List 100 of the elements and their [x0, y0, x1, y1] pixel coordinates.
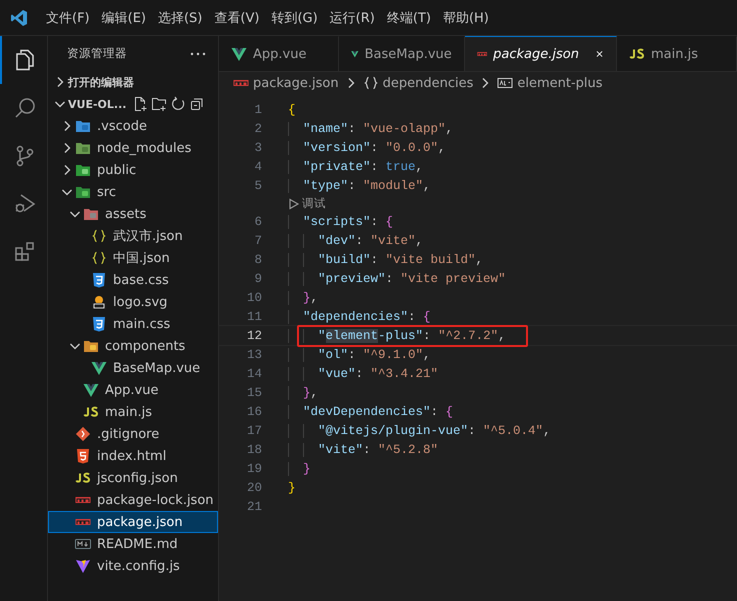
refresh-icon[interactable] [170, 96, 186, 112]
section-header[interactable]: VUE-OL... [48, 93, 218, 115]
sidebar-title: 资源管理器 [67, 46, 127, 61]
breadcrumb-item[interactable]: dependencies [382, 76, 474, 90]
code-line: "type": "module", [302, 178, 431, 192]
line-number: 11 [246, 310, 262, 324]
vue-logo-icon [231, 46, 247, 62]
code-line: "@vitejs/plugin-vue": "^5.0.4", [317, 424, 551, 438]
vscode-logo-icon[interactable] [10, 8, 28, 26]
menu-item[interactable]: 终端(T) [380, 4, 437, 30]
code-line: "private": true, [302, 160, 424, 174]
line-number: 17 [246, 424, 262, 438]
menu-item[interactable]: 文件(F) [40, 4, 96, 30]
folder-icon [75, 118, 91, 134]
line-number: 13 [246, 348, 262, 362]
code-line: "preview": "vite preview" [317, 272, 506, 286]
braces-icon [91, 250, 107, 266]
css-file-icon [91, 316, 107, 332]
more-icon[interactable] [190, 52, 206, 56]
section-header[interactable]: 打开的编辑器 [48, 71, 218, 93]
folder-item[interactable]: .vscode [48, 115, 218, 137]
breadcrumb-item[interactable]: package.json [253, 76, 339, 90]
line-number: 8 [253, 252, 262, 266]
html-file-icon [75, 448, 91, 464]
file-item[interactable]: logo.svg [48, 291, 218, 313]
menu-item[interactable]: 选择(S) [152, 4, 208, 30]
folder-item[interactable]: src [48, 181, 218, 203]
file-item[interactable]: main.js [48, 401, 218, 423]
line-number: 9 [253, 272, 262, 286]
folder-item[interactable]: components [48, 335, 218, 357]
line-number: 18 [246, 442, 262, 456]
code-line: "name": "vue-olapp", [302, 122, 454, 136]
line-number: 3 [253, 140, 262, 154]
collapse-all-icon[interactable] [189, 96, 206, 112]
search-icon [12, 96, 36, 120]
extensions-icon [12, 240, 36, 264]
folder-icon [75, 162, 91, 178]
file-item[interactable]: base.css [48, 269, 218, 291]
file-item[interactable]: package-lock.json [48, 489, 218, 511]
code-line: "dependencies": { [302, 310, 431, 324]
code-line: "dev": "vite", [317, 234, 424, 248]
file-item[interactable]: 武汉市.json [48, 225, 218, 247]
folder-item[interactable]: assets [48, 203, 218, 225]
file-item[interactable]: README.md [48, 533, 218, 555]
codelens-link[interactable]: 调试 [302, 196, 326, 211]
line-number: 7 [253, 234, 262, 248]
code-line: "vue": "^3.4.21" [317, 366, 438, 380]
new-folder-icon[interactable] [151, 96, 168, 112]
breadcrumb-item[interactable]: element-plus [517, 76, 603, 90]
line-number: 20 [246, 480, 262, 494]
code-line: } [288, 480, 296, 494]
editor-tab[interactable]: package.json [464, 36, 617, 71]
code-line: { [288, 102, 296, 116]
menu-item[interactable]: 帮助(H) [436, 4, 495, 30]
vite-logo-icon [75, 558, 91, 574]
code-line: }, [302, 290, 318, 304]
file-item[interactable]: .gitignore [48, 423, 218, 445]
code-line: "element-plus": "^2.7.2", [317, 328, 506, 342]
file-item[interactable]: App.vue [48, 379, 218, 401]
line-number: 10 [246, 290, 262, 304]
folder-icon [83, 338, 99, 354]
file-item[interactable]: package.json [48, 511, 218, 533]
file-item[interactable]: index.html [48, 445, 218, 467]
menu-item[interactable]: 查看(V) [208, 4, 266, 30]
code-line: "version": "0.0.0", [302, 140, 446, 154]
file-item[interactable]: main.css [48, 313, 218, 335]
line-number: 16 [246, 404, 262, 418]
line-number: 15 [246, 386, 262, 400]
line-number: 14 [246, 366, 262, 380]
menu-item[interactable]: 编辑(E) [96, 4, 152, 30]
code-line: } [302, 462, 311, 476]
file-item[interactable]: vite.config.js [48, 555, 218, 577]
code-line: "devDependencies": { [302, 404, 454, 418]
menu-item[interactable]: 运行(R) [324, 4, 381, 30]
code-line: "scripts": { [302, 214, 394, 228]
line-number: 6 [253, 214, 262, 228]
play-icon[interactable] [288, 198, 300, 210]
file-item[interactable]: jsconfig.json [48, 467, 218, 489]
css-file-icon [91, 272, 107, 288]
line-number: 2 [253, 122, 262, 136]
menu-item[interactable]: 转到(G) [265, 4, 324, 30]
braces-icon [91, 228, 107, 244]
string-icon [497, 75, 514, 91]
code-line: "ol": "^9.1.0", [317, 348, 431, 362]
folder-item[interactable]: public [48, 159, 218, 181]
code-line: "build": "vite build", [317, 252, 484, 266]
code-line: "vite": "^5.2.8" [317, 442, 438, 456]
code-line: }, [302, 386, 318, 400]
file-item[interactable]: BaseMap.vue [48, 357, 218, 379]
line-number: 12 [246, 328, 262, 342]
file-item[interactable]: 中国.json [48, 247, 218, 269]
markdown-icon [75, 536, 91, 552]
vue-logo-icon [83, 382, 99, 398]
braces-icon [362, 75, 379, 91]
folder-icon [75, 184, 91, 200]
line-number: 1 [253, 102, 262, 116]
new-file-icon[interactable] [132, 96, 148, 112]
line-number: 5 [253, 178, 262, 192]
folder-icon [75, 140, 91, 156]
folder-item[interactable]: node_modules [48, 137, 218, 159]
